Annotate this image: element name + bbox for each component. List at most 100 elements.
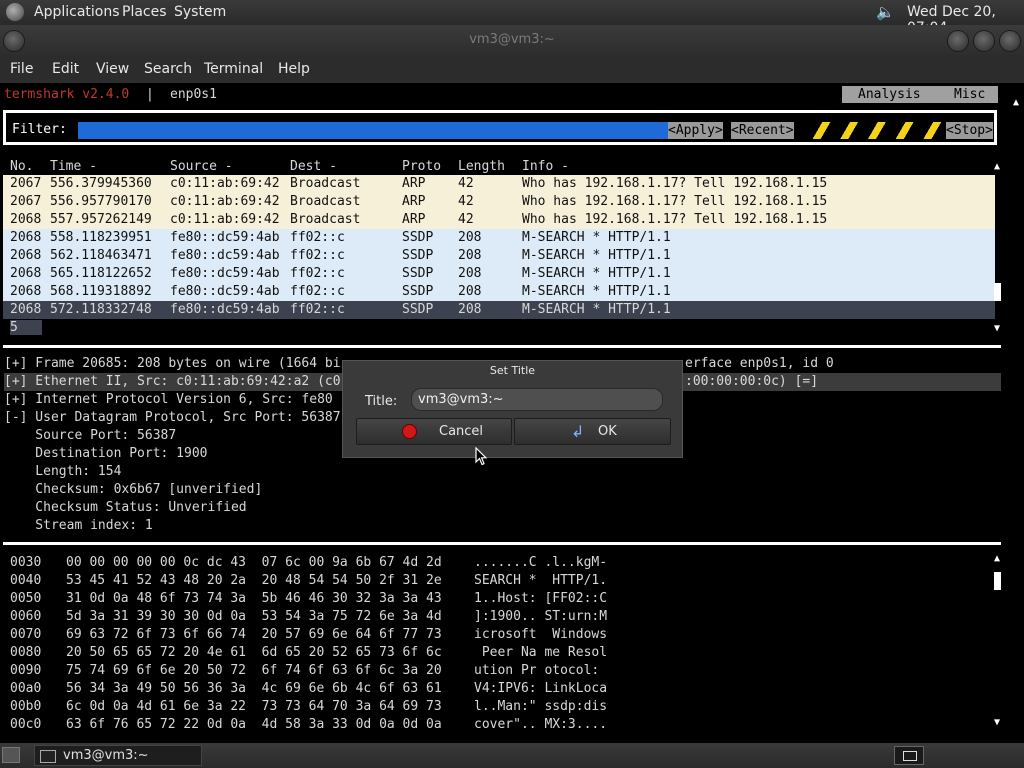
detail-line[interactable]: [+] Internet Protocol Version 6, Src: fe… [4,392,333,407]
stop-button[interactable]: <Stop> [946,122,993,139]
hex-hex[interactable]: 75 74 69 6f 6e 20 50 72 6f 74 6f 63 6f 6… [66,663,442,678]
show-desktop-icon[interactable] [2,747,20,763]
packet-cell-len: 42 [458,176,474,191]
terminal-scroll-up-icon[interactable]: ▲ [1013,97,1019,108]
pane-divider-top[interactable] [3,345,1001,348]
hex-ascii[interactable]: ution Pr otocol: [474,663,607,678]
packet-row[interactable]: 2067 556.379945360 c0:11:ab:69:42 Broadcast… [3,175,995,193]
detail-line[interactable]: [+] Ethernet II, Src: c0:11:ab:69:42:a2 … [4,374,341,389]
hex-hex[interactable]: 5d 3a 31 39 30 30 0d 0a 53 54 3a 75 72 6… [66,609,442,624]
maximize-icon[interactable] [974,31,994,51]
detail-line[interactable]: Destination Port: 1900 [4,446,207,461]
hex-ascii[interactable]: cover".. MX:3.... [474,717,607,732]
hex-hex[interactable]: 69 63 72 6f 73 6f 66 74 20 57 69 6e 64 6… [66,627,442,642]
packet-cell-src: c0:11:ab:69:42 [170,212,280,227]
analysis-menu[interactable]: Analysis [858,87,921,102]
top-menu-bar: Analysis Misc [842,86,998,103]
packet-cell-time: 558.118239951 [50,230,152,245]
hex-hex[interactable]: 56 34 3a 49 50 56 36 3a 4c 69 6e 6b 4c 6… [66,681,442,696]
col-no[interactable]: No. [10,159,33,174]
apply-button[interactable]: <Apply> [668,122,723,139]
ok-button[interactable]: ↲ OK [514,418,671,445]
hex-hex[interactable]: 63 6f 76 65 72 22 0d 0a 4d 58 3a 33 0d 0… [66,717,442,732]
packet-list-scroll-down-icon[interactable]: ▼ [994,323,1000,334]
recent-button[interactable]: <Recent> [731,122,794,139]
menu-search[interactable]: Search [144,61,192,77]
col-length[interactable]: Length [458,159,505,174]
capture-progress-stripes [813,122,943,139]
selected-packet-row[interactable]: 2068 572.118332748 fe80::dc59:4ab ff02::c SS… [3,301,995,319]
packet-cell-info: Who has 192.168.1.17? Tell 192.168.1.15 [522,176,828,191]
packet-row[interactable]: 2067 556.957790170 c0:11:ab:69:42 Broadcast… [3,193,995,211]
detail-line[interactable]: [+] Frame 20685: 208 bytes on wire (1664… [4,356,341,371]
packet-cell-info: M-SEARCH * HTTP/1.1 [522,230,671,245]
hex-hex[interactable]: 20 50 65 65 72 20 4e 61 6d 65 20 52 65 7… [66,645,442,660]
col-info[interactable]: Info - [522,159,569,174]
hex-ascii[interactable]: V4:IPV6: LinkLoca [474,681,607,696]
hex-scroll-up-icon[interactable]: ▲ [994,553,1000,564]
packet-row[interactable]: 2068 557.957262149 c0:11:ab:69:42 Broadcast… [3,211,995,229]
pane-divider-bottom[interactable] [3,542,1001,545]
detail-line[interactable]: Checksum Status: Unverified [4,500,246,515]
menu-view[interactable]: View [96,61,129,77]
detail-line[interactable]: Length: 154 [4,464,121,479]
hex-scrollbar-thumb[interactable] [994,572,1001,590]
workspace-switcher-icon[interactable] [894,746,924,765]
packet-cell-no: 2068 [10,248,42,263]
system-menu[interactable]: System [174,4,226,20]
packet-row[interactable]: 2068 565.118122652 fe80::dc59:4ab ff02::c SS… [3,265,995,283]
packet-row[interactable]: 2068 558.118239951 fe80::dc59:4ab ff02::c SS… [3,229,995,247]
hex-hex[interactable]: 31 0d 0a 48 6f 73 74 3a 5b 46 46 30 32 3… [66,591,442,606]
filter-input[interactable] [78,122,668,139]
hex-off: 00b0 [10,699,42,714]
taskbar-window-button[interactable]: vm3@vm3:~ [34,745,202,766]
gnome-foot-icon[interactable] [6,3,24,21]
menu-edit[interactable]: Edit [52,61,79,77]
hex-off: 00c0 [10,717,42,732]
misc-menu[interactable]: Misc [954,87,985,102]
window-titlebar[interactable]: vm3@vm3:~ [0,25,1024,57]
packet-cell-proto: SSDP [402,248,434,263]
packet-cell-proto: SSDP [402,302,434,317]
header-separator: | [146,87,154,102]
hex-ascii[interactable]: Peer Na me Resol [474,645,607,660]
packet-cell-dst: ff02::c [290,266,345,281]
cancel-button[interactable]: Cancel [356,418,512,445]
packet-list-scroll-up-icon[interactable]: ▲ [994,161,1000,172]
menu-file[interactable]: File [10,61,33,77]
packet-cell-proto: ARP [402,194,426,209]
packet-row[interactable]: 2068 568.119318892 fe80::dc59:4ab ff02::c SS… [3,283,995,301]
hex-scroll-down-icon[interactable]: ▼ [994,717,1000,728]
set-title-dialog: Set Title Title: vm3@vm3:~ Cancel ↲ OK [342,360,683,458]
packet-cell-no: 2068 [10,302,42,317]
hex-ascii[interactable]: l..Man:" ssdp:dis [474,699,607,714]
hex-hex[interactable]: 00 00 00 00 00 0c dc 43 07 6c 00 9a 6b 6… [66,555,442,570]
col-time[interactable]: Time - [50,159,97,174]
close-icon[interactable] [1000,31,1020,51]
packet-row[interactable]: 2068 562.118463471 fe80::dc59:4ab ff02::c SS… [3,247,995,265]
hex-hex[interactable]: 53 45 41 52 43 48 20 2a 20 48 54 54 50 2… [66,573,442,588]
filter-box: Filter: <Apply> <Recent> <Stop> [3,110,997,145]
detail-line[interactable]: [-] User Datagram Protocol, Src Port: 56… [4,410,341,425]
hex-ascii[interactable]: .......C .l..kgM- [474,555,607,570]
hex-hex[interactable]: 6c 0d 0a 4d 61 6e 3a 22 73 73 64 70 3a 6… [66,699,442,714]
menu-terminal[interactable]: Terminal [204,61,263,77]
volume-icon[interactable]: 🔈 [876,3,896,21]
packet-list-scrollbar-thumb[interactable] [994,283,1001,301]
hex-ascii[interactable]: SEARCH * HTTP/1. [474,573,607,588]
detail-line[interactable]: Stream index: 1 [4,518,152,533]
hex-ascii[interactable]: 1..Host: [FF02::C [474,591,607,606]
menu-help[interactable]: Help [278,61,310,77]
hex-ascii[interactable]: ]:1900.. ST:urn:M [474,609,607,624]
applications-menu[interactable]: Applications [34,4,120,20]
title-input[interactable]: vm3@vm3:~ [411,388,663,411]
packet-cell-no: 2067 [10,194,42,209]
hex-ascii[interactable]: icrosoft Windows [474,627,607,642]
minimize-icon[interactable] [948,31,968,51]
detail-line[interactable]: Checksum: 0x6b67 [unverified] [4,482,262,497]
col-source[interactable]: Source - [170,159,233,174]
places-menu[interactable]: Places [122,4,167,20]
detail-line[interactable]: Source Port: 56387 [4,428,176,443]
col-proto[interactable]: Proto [402,159,441,174]
col-dest[interactable]: Dest - [290,159,337,174]
